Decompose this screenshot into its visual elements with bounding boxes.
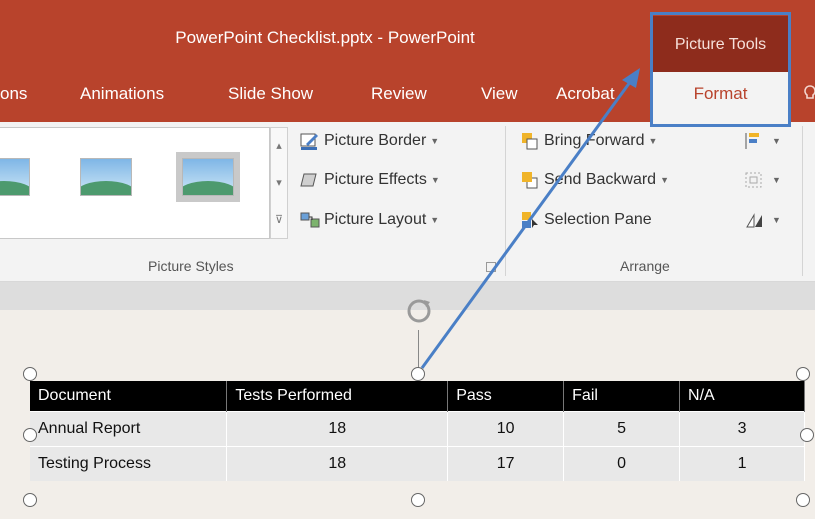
gallery-down-icon[interactable]: ▾ xyxy=(271,165,287,202)
chevron-down-icon: ▼ xyxy=(772,215,781,225)
picture-effects-button[interactable]: Picture Effects ▼ xyxy=(300,171,440,189)
table-cell[interactable]: 10 xyxy=(447,410,565,446)
table-cell[interactable]: 0 xyxy=(563,445,681,481)
tab-review[interactable]: Review xyxy=(371,84,427,104)
align-button[interactable]: ▼ xyxy=(744,132,781,150)
rotate-icon xyxy=(744,211,764,229)
selection-pane-label: Selection Pane xyxy=(544,211,652,228)
resize-handle[interactable] xyxy=(23,367,37,381)
table-header-cell: Tests Performed xyxy=(226,381,449,411)
selection-pane-icon xyxy=(520,211,540,229)
resize-handle[interactable] xyxy=(411,493,425,507)
rotate-handle-icon[interactable] xyxy=(402,294,436,328)
resize-handle[interactable] xyxy=(796,367,810,381)
picture-style-thumbnail-selected[interactable] xyxy=(182,158,234,196)
slide-table[interactable]: Document Tests Performed Pass Fail N/A A… xyxy=(30,381,805,481)
table-header-cell: Fail xyxy=(563,381,681,411)
picture-layout-label: Picture Layout xyxy=(324,211,427,228)
arrange-group-label: Arrange xyxy=(620,258,670,274)
table-header-cell: N/A xyxy=(679,381,805,411)
picture-border-label: Picture Border xyxy=(324,132,427,149)
tab-slide-show[interactable]: Slide Show xyxy=(228,84,313,104)
window-title: PowerPoint Checklist.pptx - PowerPoint xyxy=(175,28,475,47)
ribbon-panel: ▴ ▾ ⊽ Picture Border ▼ Picture Effects ▼… xyxy=(0,122,815,282)
table-cell[interactable]: 1 xyxy=(679,445,805,481)
send-backward-button[interactable]: Send Backward ▼ xyxy=(520,171,669,189)
chevron-down-icon: ▼ xyxy=(430,175,440,185)
chevron-down-icon: ▼ xyxy=(772,175,781,185)
resize-handle[interactable] xyxy=(796,493,810,507)
group-icon xyxy=(744,171,764,189)
selection-pane-button[interactable]: Selection Pane xyxy=(520,211,652,229)
rotate-button[interactable]: ▼ xyxy=(744,211,781,229)
picture-style-thumbnail[interactable] xyxy=(80,158,132,196)
picture-styles-gallery xyxy=(0,127,270,239)
chevron-down-icon: ▼ xyxy=(772,136,781,146)
dialog-launcher-icon[interactable] xyxy=(486,262,496,272)
picture-effects-label: Picture Effects xyxy=(324,171,427,188)
table-row: Annual Report 18 10 5 3 xyxy=(30,410,805,446)
picture-styles-group-label: Picture Styles xyxy=(148,258,234,274)
table-cell[interactable]: Testing Process xyxy=(30,445,228,481)
tab-view[interactable]: View xyxy=(481,84,518,104)
table-cell[interactable]: 18 xyxy=(226,410,449,446)
table-header-cell: Pass xyxy=(447,381,565,411)
send-backward-icon xyxy=(520,171,540,189)
chevron-down-icon: ▼ xyxy=(430,215,440,225)
table-row: Testing Process 18 17 0 1 xyxy=(30,445,805,481)
table-cell[interactable]: Annual Report xyxy=(30,410,228,446)
format-tab-highlight xyxy=(650,12,791,127)
gallery-up-icon[interactable]: ▴ xyxy=(271,128,287,165)
tab-acrobat[interactable]: Acrobat xyxy=(556,84,615,104)
resize-handle[interactable] xyxy=(411,367,425,381)
table-cell[interactable]: 3 xyxy=(679,410,805,446)
table-cell[interactable]: 5 xyxy=(563,410,681,446)
picture-layout-icon xyxy=(300,211,320,229)
gallery-scroll: ▴ ▾ ⊽ xyxy=(270,127,288,239)
picture-layout-button[interactable]: Picture Layout ▼ xyxy=(300,211,439,229)
tab-transitions[interactable]: ons xyxy=(0,84,27,104)
resize-handle[interactable] xyxy=(23,493,37,507)
table-cell[interactable]: 17 xyxy=(447,445,565,481)
table-header-cell: Document xyxy=(30,381,228,411)
group-divider xyxy=(802,126,803,276)
chevron-down-icon: ▼ xyxy=(648,136,658,146)
resize-handle[interactable] xyxy=(800,428,814,442)
bring-forward-label: Bring Forward xyxy=(544,132,645,149)
tell-me-icon[interactable] xyxy=(803,84,815,111)
table-header-row: Document Tests Performed Pass Fail N/A xyxy=(30,381,805,411)
group-divider xyxy=(505,126,506,276)
picture-effects-icon xyxy=(300,171,320,189)
gallery-more-icon[interactable]: ⊽ xyxy=(271,202,287,239)
tab-animations[interactable]: Animations xyxy=(80,84,164,104)
bring-forward-icon xyxy=(520,132,540,150)
picture-style-thumbnail[interactable] xyxy=(0,158,30,196)
chevron-down-icon: ▼ xyxy=(430,136,440,146)
chevron-down-icon: ▼ xyxy=(660,175,669,185)
picture-border-icon xyxy=(300,132,320,150)
picture-border-button[interactable]: Picture Border ▼ xyxy=(300,132,439,150)
align-icon xyxy=(744,132,764,150)
table-cell[interactable]: 18 xyxy=(226,445,449,481)
bring-forward-button[interactable]: Bring Forward ▼ xyxy=(520,132,657,150)
resize-handle[interactable] xyxy=(23,428,37,442)
send-backward-label: Send Backward xyxy=(544,171,657,188)
group-button[interactable]: ▼ xyxy=(744,171,781,189)
